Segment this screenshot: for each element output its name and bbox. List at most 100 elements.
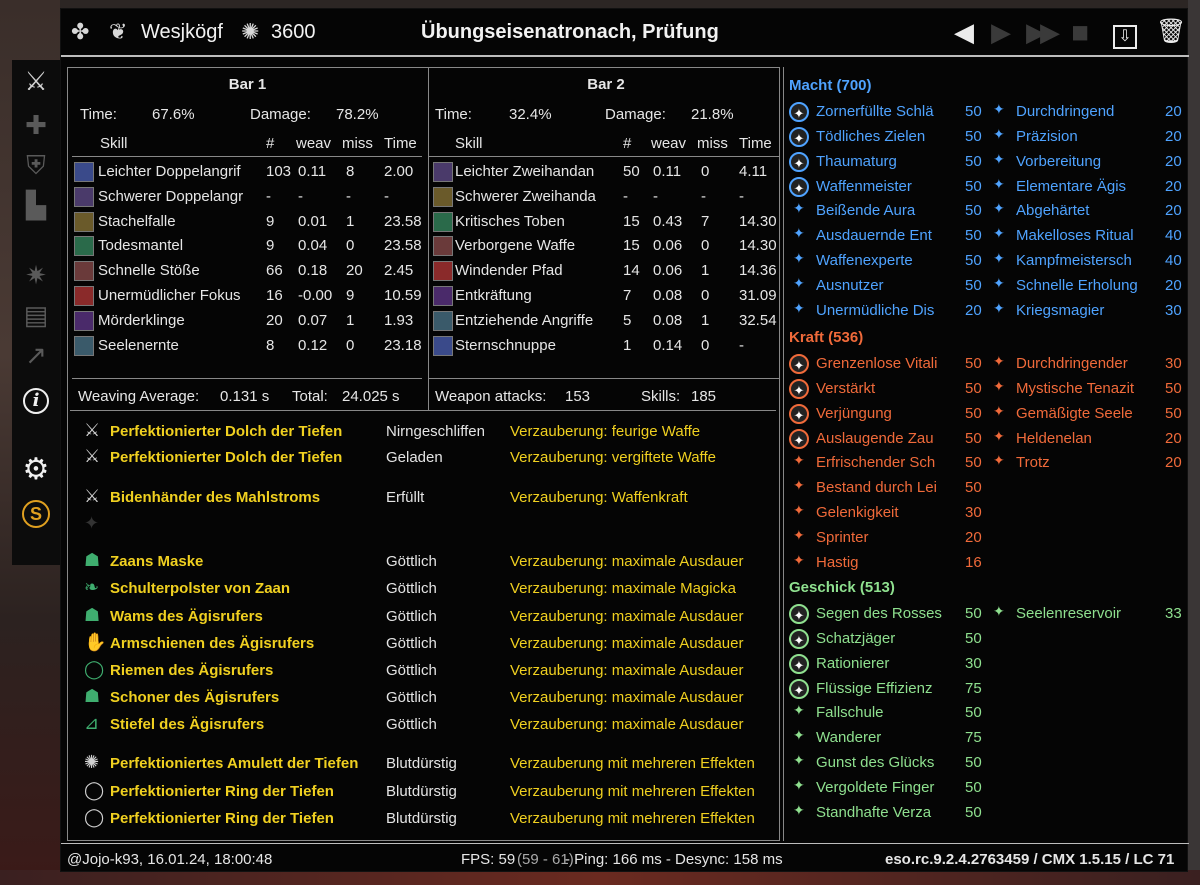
col-weav: weav	[651, 135, 687, 152]
next-icon[interactable]: ▶	[991, 18, 1011, 46]
cp-star: ✦ Ausdauernde Ent 50	[789, 225, 989, 249]
skill-row: Mörderklinge 20 0.07 1 1.93	[70, 309, 425, 334]
skill-miss: 0	[346, 336, 355, 354]
cp-value: 50	[965, 177, 982, 195]
save-icon[interactable]: ⇩	[1113, 18, 1137, 49]
cp-value: 20	[1165, 177, 1182, 195]
cp-name: Durchdringend	[1016, 103, 1115, 120]
trash-icon[interactable]: 🗑	[1156, 18, 1186, 46]
cp-name: Durchdringender	[1016, 355, 1128, 372]
weapon-icon[interactable]: ⚔	[12, 66, 60, 97]
fps-label: FPS: 59	[461, 851, 516, 868]
cp-slot-icon: ✦	[789, 428, 809, 449]
sword-icon: ⚔	[84, 486, 101, 506]
cp-value: 50	[965, 803, 982, 821]
score: 3600	[271, 21, 316, 43]
legs-icon: ☗	[84, 686, 101, 706]
esoui-icon[interactable]: S	[12, 496, 60, 528]
skill-count: 103	[266, 163, 292, 180]
gear-trait: Göttlich	[386, 580, 437, 597]
gear-enchant: Verzauberung: Waffenkraft	[510, 489, 688, 506]
weaving-label: Weaving Average:	[78, 388, 200, 405]
shield-icon[interactable]: ⛨	[12, 150, 60, 182]
cp-star-icon: ✦	[993, 402, 1005, 419]
skill-count: -	[266, 187, 271, 205]
skill-count: 15	[623, 237, 640, 255]
cp-name: Gunst des Glücks	[816, 754, 935, 772]
cp-star-icon: ✦	[793, 502, 805, 519]
gear-name: Perfektionierter Ring der Tiefen	[110, 783, 334, 800]
cp-name: Kriegsmagier	[1016, 301, 1105, 319]
buff-icon[interactable]: ▙	[12, 190, 60, 221]
cp-value: 50	[965, 227, 982, 245]
cp-value: 50	[965, 379, 982, 397]
cp-name: Mystische Tenazit	[1016, 379, 1135, 397]
skill-row: Leichter Zweihandan 50 0.11 0 4.11	[429, 160, 783, 185]
cp-star-icon: ✦	[793, 727, 805, 744]
skill-icon	[433, 335, 453, 356]
cp-star-icon: ✦	[793, 526, 805, 543]
cp-value: 50	[1165, 379, 1182, 397]
cp-value: 50	[965, 103, 982, 120]
skill-icon	[433, 310, 453, 331]
skill-weave: 0.11	[653, 163, 682, 180]
cp-name: Vorbereitung	[1016, 152, 1102, 170]
skills-label: Skills:	[641, 388, 681, 405]
skill-icon	[74, 162, 94, 182]
dagger-icon: ⚔	[84, 446, 101, 466]
cp-name: Ausdauernde Ent	[816, 227, 932, 245]
skill-row: Windender Pfad 14 0.06 1 14.36	[429, 259, 783, 284]
log-icon[interactable]: ▤	[12, 300, 60, 331]
cp-star-icon: ✦	[793, 551, 805, 568]
skill-icon	[433, 286, 453, 306]
cp-slotted-star: ✦ Tödliches Zielen 50	[789, 126, 989, 150]
cp-name: Makelloses Ritual	[1016, 227, 1134, 245]
damage-label: Damage:	[250, 106, 311, 123]
gear-enchant: Verzauberung mit mehreren Effekten	[510, 810, 755, 827]
cp-slot-icon: ✦	[789, 604, 809, 624]
cp-star: ✦ Fallschule 50	[789, 702, 989, 726]
gear-row: ◯ Perfektionierter Ring der Tiefen Blutdür…	[74, 780, 784, 806]
cp-slot-icon: ✦	[789, 403, 809, 424]
gear-name: Riemen des Ägisrufers	[110, 662, 274, 679]
camera-icon[interactable]: ◼	[1071, 18, 1089, 46]
gear-name: Zaans Maske	[110, 553, 204, 570]
skill-miss: 9	[346, 287, 355, 304]
cp-star: ✦ Abgehärtet 20	[989, 200, 1189, 224]
skills-icon[interactable]: ✷	[12, 260, 60, 291]
cp-star: ✦ Schnelle Erholung 20	[989, 275, 1189, 299]
amulet-icon: ✺	[84, 752, 100, 772]
info-icon[interactable]: i	[12, 382, 60, 414]
col-skill: Skill	[455, 135, 483, 152]
graph-icon[interactable]: ↗	[12, 340, 60, 371]
settings-icon[interactable]: ⚙	[12, 452, 60, 487]
gear-trait: Göttlich	[386, 553, 437, 570]
skill-time: 23.18	[384, 336, 422, 354]
version-info: eso.rc.9.2.4.2763459 / CMX 1.5.15 / LC 7…	[885, 851, 1175, 868]
background-right	[1188, 0, 1200, 885]
skill-weave: 0.06	[653, 237, 683, 255]
cp-name: Trotz	[1016, 454, 1050, 472]
player-name: Wesjkögf	[141, 21, 223, 43]
cp-value: 50	[965, 454, 982, 472]
cp-star: ✦ Bestand durch Lei 50	[789, 477, 989, 501]
cp-value: 20	[1165, 103, 1182, 120]
prev-icon[interactable]: ◀	[954, 18, 974, 46]
gear-enchant: Verzauberung: maximale Ausdauer	[510, 716, 744, 733]
skill-miss: 8	[346, 163, 355, 180]
heal-icon[interactable]: ✚	[12, 110, 60, 141]
skill-row: Seelenernte 8 0.12 0 23.18	[70, 334, 425, 359]
skill-name: Unermüdlicher Fokus	[98, 287, 241, 304]
player-icon: ❦	[109, 19, 128, 44]
total-value: 24.025 s	[342, 388, 400, 405]
skill-icon	[74, 211, 94, 232]
skill-time: 1.93	[384, 311, 414, 329]
cp-star-icon: ✦	[993, 225, 1005, 242]
cp-star: ✦ Makelloses Ritual 40	[989, 225, 1189, 249]
skill-weave: 0.07	[298, 311, 328, 329]
skill-icon	[74, 335, 94, 356]
last-icon[interactable]: ▶▶	[1026, 18, 1060, 46]
gear-name: Schulterpolster von Zaan	[110, 580, 291, 597]
cp-star-icon: ✦	[993, 200, 1005, 217]
skill-weave: 0.12	[298, 336, 328, 354]
